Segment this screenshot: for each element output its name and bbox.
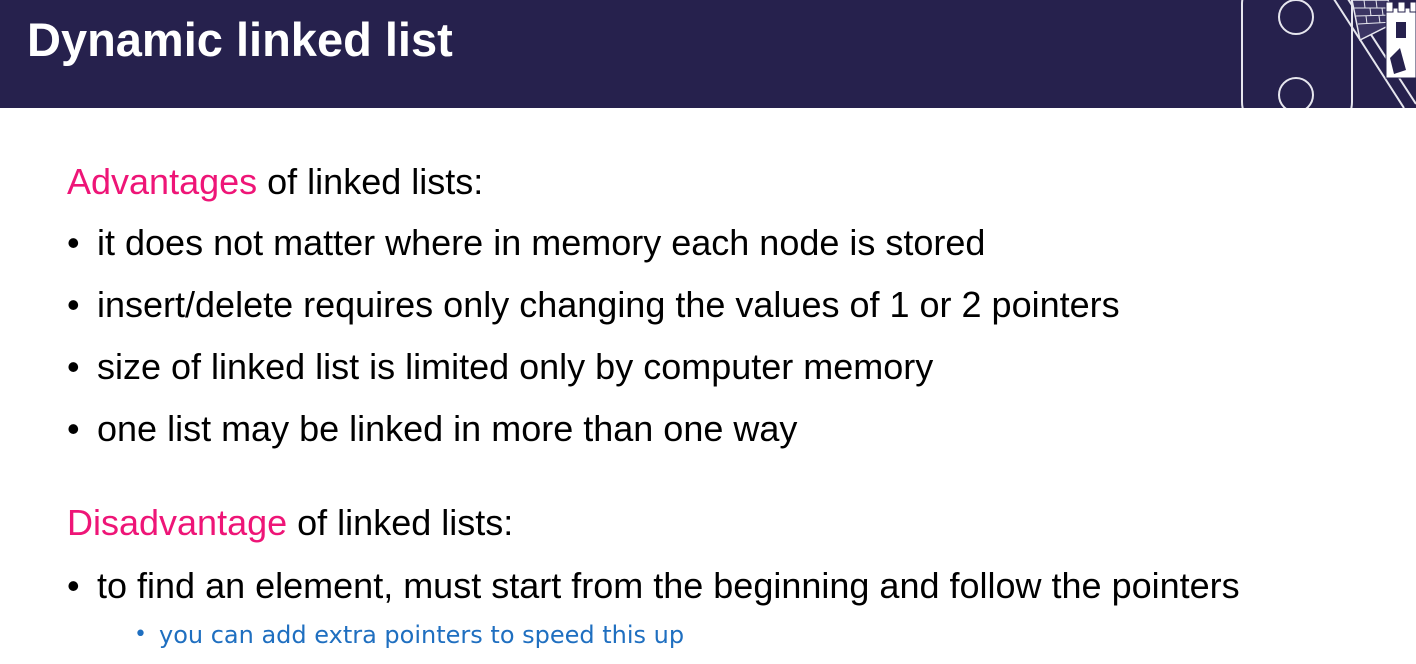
bullet-icon: • bbox=[67, 408, 80, 449]
disadvantage-subtext: you can add extra pointers to speed this… bbox=[159, 621, 685, 649]
slide: Dynamic linked list Advantages of linked… bbox=[0, 0, 1416, 664]
bullet-icon: • bbox=[67, 346, 80, 387]
slide-title: Dynamic linked list bbox=[27, 13, 453, 66]
bullet-icon: • bbox=[67, 222, 80, 263]
disadvantages-heading: Disadvantage of linked lists: bbox=[67, 501, 513, 545]
slide-content: Advantages of linked lists: • it does no… bbox=[0, 108, 1416, 664]
advantage-text: insert/delete requires only changing the… bbox=[97, 284, 1120, 325]
advantage-text: one list may be linked in more than one … bbox=[97, 408, 798, 449]
bullet-icon: • bbox=[67, 284, 80, 325]
sub-bullet-icon: • bbox=[134, 622, 147, 647]
advantages-heading-accent: Advantages bbox=[67, 161, 258, 202]
castle-logo-icon bbox=[1241, 0, 1416, 108]
advantages-heading: Advantages of linked lists: bbox=[67, 160, 483, 204]
disadvantages-heading-accent: Disadvantage bbox=[67, 502, 288, 543]
bullet-icon: • bbox=[67, 565, 80, 606]
advantage-text: size of linked list is limited only by c… bbox=[97, 346, 934, 387]
advantages-heading-rest: of linked lists: bbox=[257, 161, 484, 202]
advantage-text: it does not matter where in memory each … bbox=[97, 222, 986, 263]
title-bar: Dynamic linked list bbox=[0, 0, 1416, 108]
disadvantage-text: to find an element, must start from the … bbox=[97, 565, 1240, 606]
disadvantages-heading-rest: of linked lists: bbox=[287, 502, 514, 543]
